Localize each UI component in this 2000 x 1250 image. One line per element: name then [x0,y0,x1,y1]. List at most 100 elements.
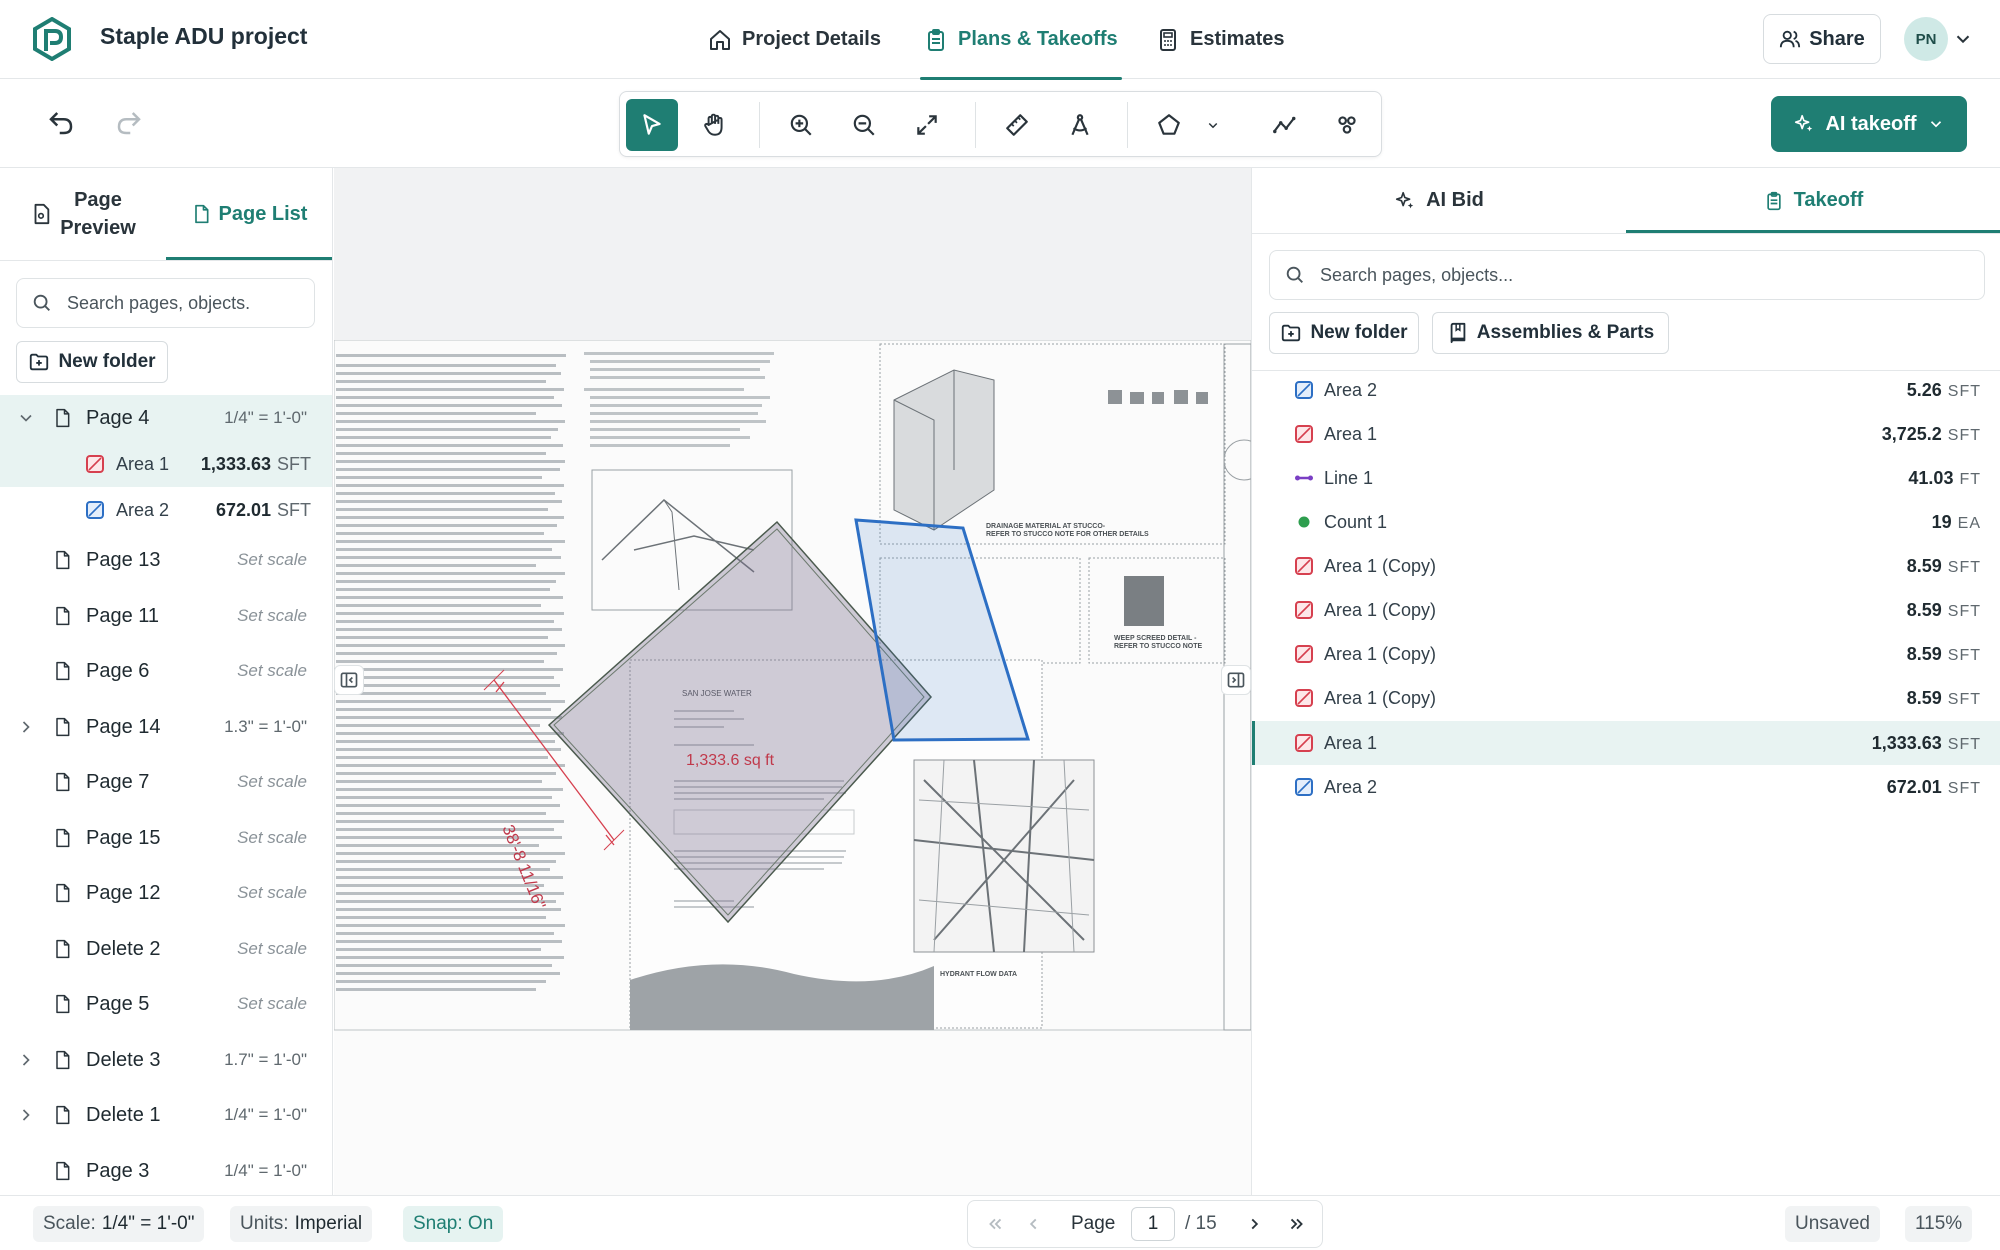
scale-chip[interactable]: Scale: 1/4" = 1'-0" [33,1206,205,1242]
page-row-page-5[interactable]: Page 5 Set scale [0,981,332,1027]
takeoff-value-unit: SFT [1947,646,1981,664]
area-tool-button[interactable] [1143,99,1195,151]
takeoff-value-number: 1,333.63 [1871,732,1942,753]
nav-tab-estimates[interactable]: Estimates [1156,0,1285,79]
takeoff-row[interactable]: Area 1 (Copy) 8.59 SFT [1252,588,2000,632]
share-button[interactable]: Share [1763,14,1881,64]
chevron-right-icon[interactable] [16,717,36,737]
snap-toggle[interactable]: Snap: On [403,1206,504,1242]
page-row-page-12[interactable]: Page 12 Set scale [0,870,332,916]
select-tool-button[interactable] [626,99,678,151]
collapse-left-panel-button[interactable] [334,665,364,695]
page-row-page-4[interactable]: Page 4 1/4" = 1'-0" [0,395,332,441]
collapse-right-panel-button[interactable] [1221,665,1251,695]
set-scale-link[interactable]: Set scale [237,550,307,570]
page-row-delete-2[interactable]: Delete 2 Set scale [0,926,332,972]
area-swatch-icon [86,455,104,473]
tab-ai-bid[interactable]: AI Bid [1252,168,1626,233]
set-scale-link[interactable]: Set scale [237,772,307,792]
set-scale-link[interactable]: Set scale [237,994,307,1014]
fit-screen-button[interactable] [901,99,953,151]
nav-tab-label: Project Details [742,28,881,50]
toolbar-divider [975,102,976,148]
undo-icon[interactable] [46,108,76,138]
redo-icon[interactable] [114,108,144,138]
area-swatch-icon [1295,778,1313,796]
page-search-input[interactable] [67,292,305,314]
hand-icon [704,113,723,136]
ai-takeoff-button[interactable]: AI takeoff [1771,96,1967,152]
plan-canvas[interactable]: DRAINAGE MATERIAL AT STUCCO- REFER TO ST… [334,168,1251,1195]
takeoff-value-number: 8.59 [1906,555,1942,576]
calculator-icon [1160,28,1176,51]
tab-label-line: Preview [60,217,136,239]
document-icon [56,772,70,792]
chevron-down-icon[interactable] [16,408,36,428]
page-row-page-3[interactable]: Page 3 1/4" = 1'-0" [0,1148,332,1194]
set-scale-link[interactable]: Set scale [237,883,307,903]
takeoff-row[interactable]: Area 1 (Copy) 8.59 SFT [1252,632,2000,676]
line-tool-button[interactable] [1258,99,1310,151]
tab-page-preview[interactable]: Page Preview [0,168,166,260]
object-search-input[interactable] [1320,264,1892,286]
assemblies-parts-button[interactable]: Assemblies & Parts [1432,312,1669,354]
new-folder-button[interactable]: New folder [1269,312,1419,354]
takeoff-row[interactable]: Count 1 19 EA [1252,500,2000,544]
last-page-icon[interactable] [1286,1213,1308,1235]
page-name: Page 13 [86,548,161,571]
page-search-field[interactable] [16,278,315,328]
set-scale-link[interactable]: Set scale [237,606,307,626]
count-tool-button[interactable] [1321,99,1373,151]
object-search-field[interactable] [1269,250,1985,300]
document-icon [56,1161,70,1181]
page-object-area-2[interactable]: Area 2 672.01 SFT [0,487,332,533]
set-scale-link[interactable]: Set scale [237,661,307,681]
page-row-delete-3[interactable]: Delete 3 1.7" = 1'-0" [0,1037,332,1083]
previous-page-icon[interactable] [1022,1213,1044,1235]
area-tool-dropdown[interactable] [1198,99,1228,151]
next-page-icon[interactable] [1244,1213,1266,1235]
document-icon [56,661,70,681]
page-object-area-1[interactable]: Area 1 1,333.63 SFT [0,441,332,487]
page-row-page-15[interactable]: Page 15 Set scale [0,815,332,861]
page-row-delete-1[interactable]: Delete 1 1/4" = 1'-0" [0,1092,332,1138]
chevron-right-icon[interactable] [16,1105,36,1125]
scale-value: 1/4" = 1'-0" [101,1213,195,1234]
measure-tool-button[interactable] [991,99,1043,151]
first-page-icon[interactable] [984,1213,1006,1235]
pan-tool-button[interactable] [688,99,740,151]
sidebar-collapse-icon [340,672,358,688]
app-logo-icon[interactable] [32,17,72,61]
page-number-input[interactable] [1131,1207,1175,1241]
takeoff-row[interactable]: Area 1 (Copy) 8.59 SFT [1252,544,2000,588]
page-row-page-13[interactable]: Page 13 Set scale [0,537,332,583]
takeoff-name: Area 1 (Copy) [1324,599,1437,620]
page-row-page-11[interactable]: Page 11 Set scale [0,593,332,639]
search-icon [33,294,50,311]
chevron-down-icon[interactable] [1952,28,1974,50]
takeoff-row[interactable]: Line 1 41.03 FT [1252,456,2000,500]
tab-page-list[interactable]: Page List [166,168,332,260]
nav-tab-plans-takeoffs[interactable]: Plans & Takeoffs [920,0,1122,80]
takeoff-row[interactable]: Area 2 672.01 SFT [1252,765,2000,809]
new-folder-button[interactable]: New folder [16,341,168,383]
chevron-right-icon[interactable] [16,1050,36,1070]
page-row-page-6[interactable]: Page 6 Set scale [0,648,332,694]
zoom-in-button[interactable] [775,99,827,151]
document-icon [56,883,70,903]
zoom-level[interactable]: 115% [1905,1206,1973,1242]
takeoff-row[interactable]: Area 1 3,725.2 SFT [1252,412,2000,456]
set-scale-link[interactable]: Set scale [237,828,307,848]
zoom-out-button[interactable] [838,99,890,151]
units-chip[interactable]: Units: Imperial [230,1206,373,1242]
page-row-page-14[interactable]: Page 14 1.3" = 1'-0" [0,704,332,750]
set-scale-link[interactable]: Set scale [237,939,307,959]
tab-takeoff[interactable]: Takeoff [1626,168,2000,233]
user-avatar[interactable]: PN [1904,17,1948,61]
takeoff-row[interactable]: Area 1 (Copy) 8.59 SFT [1252,676,2000,720]
nav-tab-project-details[interactable]: Project Details [708,0,881,79]
takeoff-row[interactable]: Area 1 1,333.63 SFT [1252,721,2000,765]
page-row-page-7[interactable]: Page 7 Set scale [0,759,332,805]
scale-tool-button[interactable] [1054,99,1106,151]
takeoff-row[interactable]: Area 2 5.26 SFT [1252,368,2000,412]
